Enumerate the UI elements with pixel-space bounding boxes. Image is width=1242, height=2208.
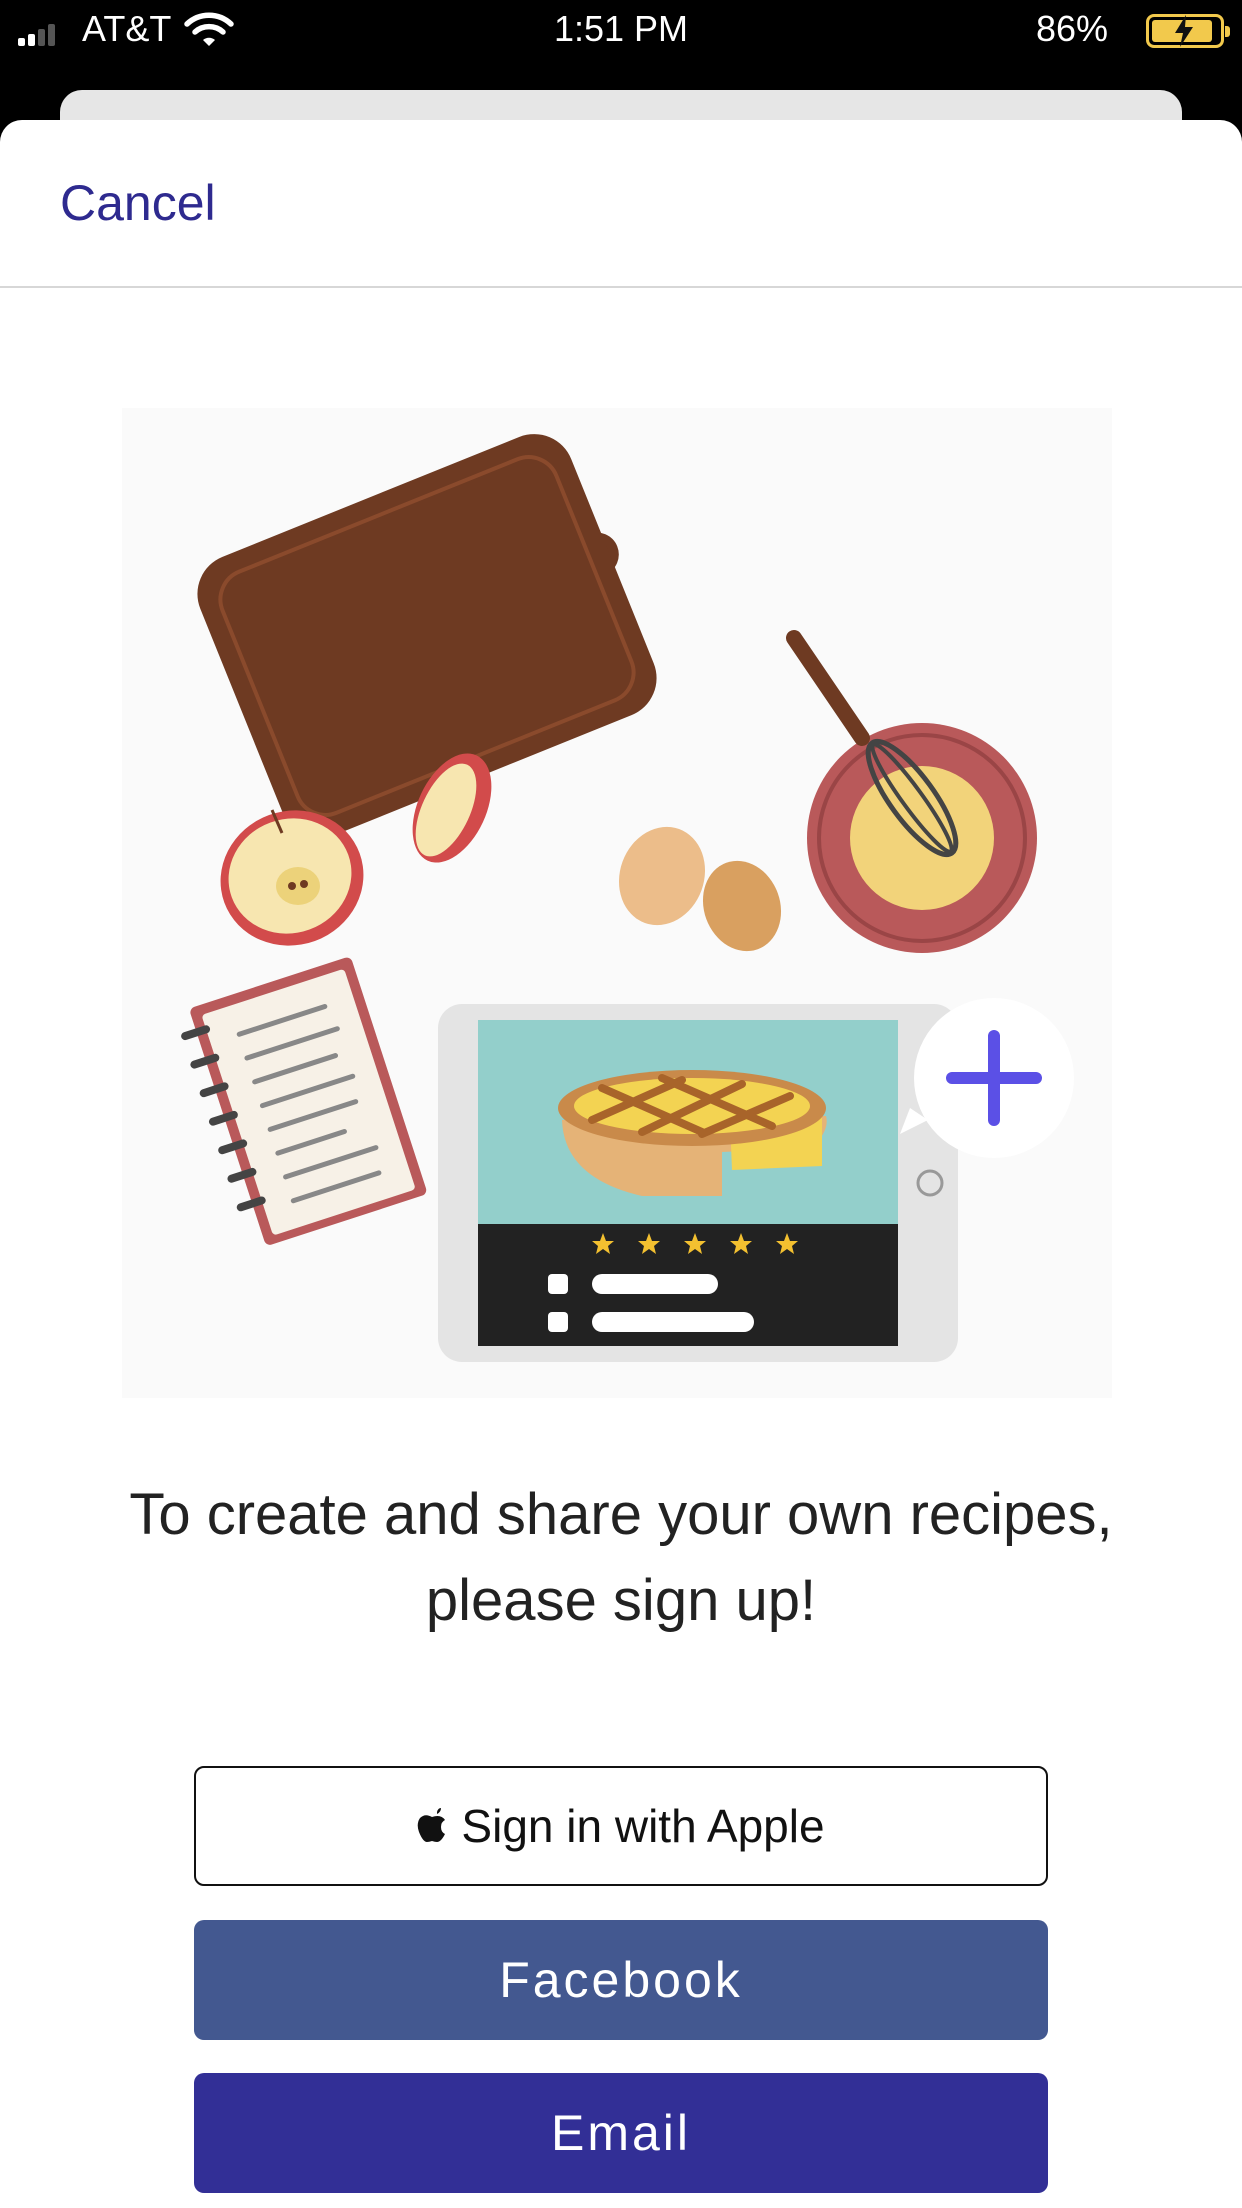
- whisk-bowl-icon: [786, 630, 1037, 953]
- sign-in-with-apple-label: Sign in with Apple: [461, 1800, 825, 1852]
- facebook-button[interactable]: Facebook: [194, 1920, 1048, 2040]
- nav-bar: Cancel: [0, 120, 1242, 288]
- email-button[interactable]: Email: [194, 2073, 1048, 2193]
- email-label: Email: [550, 2105, 692, 2161]
- egg-icon: [618, 826, 782, 952]
- cancel-button[interactable]: Cancel: [60, 174, 216, 232]
- sign-in-with-apple-button[interactable]: Sign in with Apple: [194, 1766, 1048, 1886]
- apple-icon: [417, 1808, 447, 1844]
- sign-up-message: To create and share your own recipes, pl…: [129, 1482, 1113, 1633]
- facebook-label: Facebook: [499, 1952, 743, 2008]
- battery-percent: 86%: [1035, 8, 1108, 49]
- notebook-icon: [181, 957, 427, 1245]
- recipe-illustration: [122, 408, 1112, 1398]
- battery-charging-icon: [1146, 14, 1230, 48]
- status-bar: AT&T 1:51 PM 86%: [0, 0, 1242, 90]
- sign-up-sheet: Cancel To create and share your own reci…: [0, 120, 1242, 2208]
